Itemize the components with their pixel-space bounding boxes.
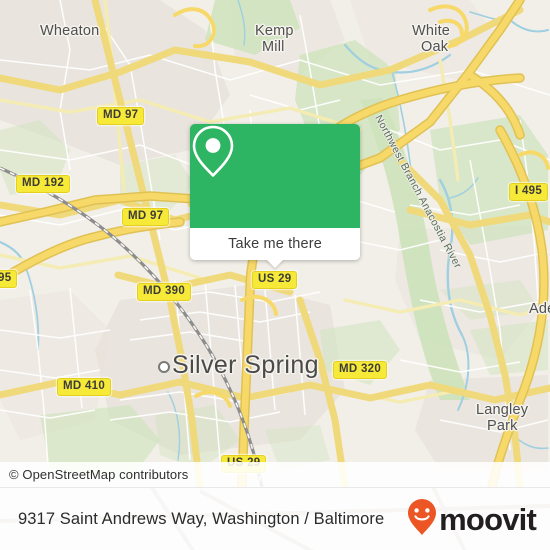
take-me-there-label: Take me there <box>228 236 322 252</box>
moovit-wordmark: moovit <box>439 502 537 537</box>
highway-shield: I 495 <box>509 183 549 201</box>
place-label: Park <box>487 418 518 434</box>
moovit-pin-smiley-icon <box>407 498 437 541</box>
footer-bar: 9317 Saint Andrews Way, Washington / Bal… <box>0 487 550 550</box>
place-label: White <box>412 23 451 39</box>
highway-shield: MD 410 <box>57 378 112 396</box>
map-attribution: © OpenStreetMap contributors <box>0 462 550 487</box>
highway-shield: MD 390 <box>137 283 192 301</box>
highway-shield: 95 <box>0 270 18 288</box>
highway-shield: US 29 <box>252 271 298 289</box>
popup-action-area[interactable]: Take me there <box>190 228 360 260</box>
address-label: 9317 Saint Andrews Way, Washington / Bal… <box>18 510 385 528</box>
highway-shield: MD 97 <box>97 107 145 125</box>
place-label-silver-spring: Silver Spring <box>172 351 319 379</box>
highway-shield: MD 97 <box>122 208 170 226</box>
popup-image-area <box>190 124 360 228</box>
highway-shield: MD 192 <box>16 175 71 193</box>
highway-shield: MD 320 <box>333 361 388 379</box>
destination-popup-card[interactable]: Take me there <box>190 124 360 268</box>
city-marker-dot <box>158 361 170 373</box>
moovit-map-screenshot: Wheaton Kemp Mill White Oak Silver Sprin… <box>0 0 550 550</box>
moovit-logo[interactable]: moovit <box>407 498 537 541</box>
popup-tail-pointer <box>266 259 284 268</box>
place-label: Oak <box>421 39 449 55</box>
place-label: Ade <box>529 301 550 317</box>
place-label: Wheaton <box>40 23 100 39</box>
place-label: Mill <box>262 39 285 55</box>
place-label: Kemp <box>255 23 294 39</box>
map-canvas[interactable]: Wheaton Kemp Mill White Oak Silver Sprin… <box>0 0 550 487</box>
place-label: Langley <box>476 402 529 418</box>
